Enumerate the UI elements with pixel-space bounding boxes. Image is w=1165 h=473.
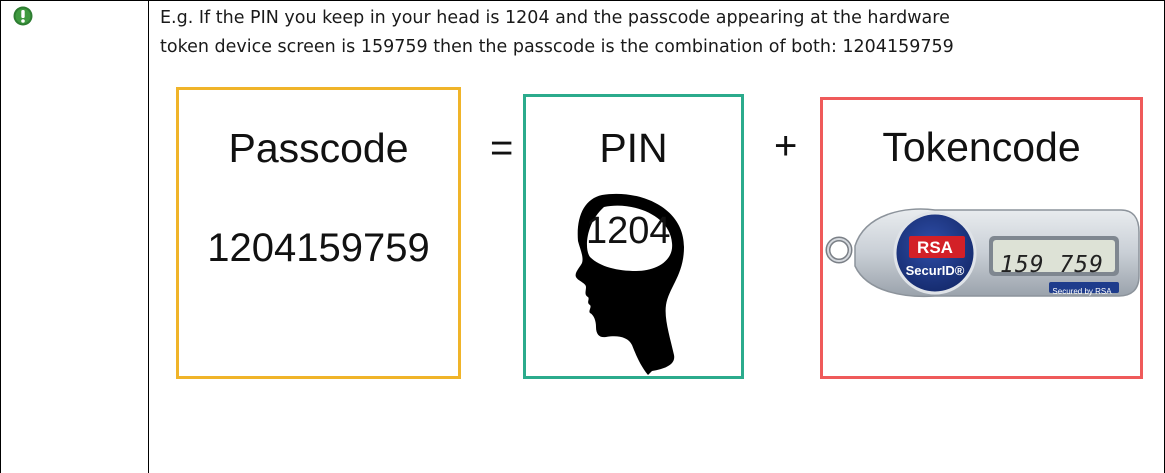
token-title: Tokencode [882,124,1081,170]
passcode-title: Passcode [228,125,409,171]
passcode-value: 1204159759 [207,226,430,270]
pin-box: PIN 1204 [523,94,744,379]
rsa-logo-text: RSA [917,238,953,257]
pin-title: PIN [599,125,668,171]
secured-by-label: Secured by RSA [1052,287,1112,296]
note-line-2: token device screen is 159759 then the p… [160,37,954,57]
note-text: E.g. If the PIN you keep in your head is… [160,4,1150,62]
equals-sign: = [490,126,514,170]
note-line-1: E.g. If the PIN you keep in your head is… [160,8,950,28]
exclamation-icon [13,6,33,26]
plus-sign: + [774,124,798,168]
token-box: Tokencode RSA SecurID® 159 759 Secured b… [820,97,1143,379]
pin-value: 1204 [586,210,671,252]
securid-label: SecurID® [905,263,965,278]
note-table: E.g. If the PIN you keep in your head is… [0,0,1165,473]
token-display-value: 159 759 [1000,252,1104,278]
column-divider [148,0,149,473]
passcode-box: Passcode 1204159759 [176,87,461,379]
